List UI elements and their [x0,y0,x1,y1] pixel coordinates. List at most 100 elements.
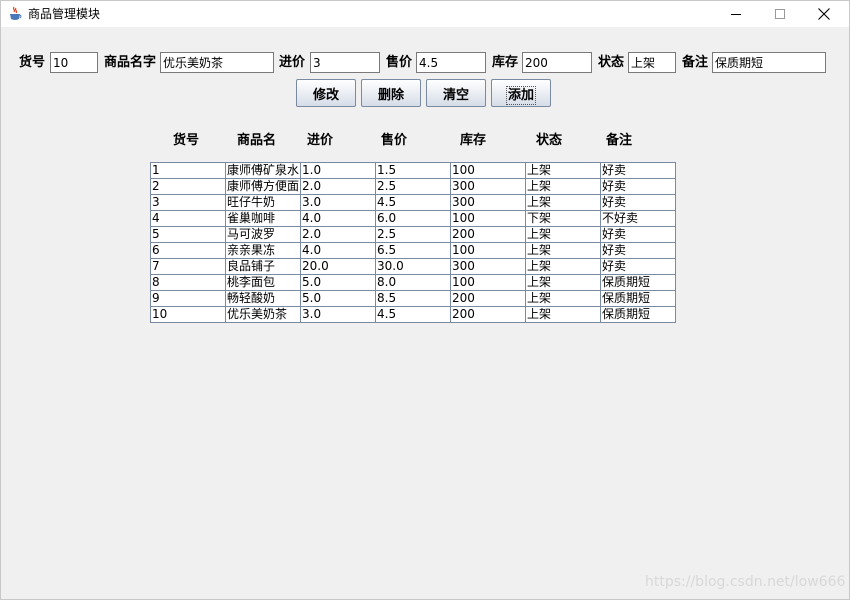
table-cell[interactable]: 保质期短 [601,291,676,307]
table-cell[interactable]: 30.0 [376,259,451,275]
table-cell[interactable]: 5.0 [301,275,376,291]
table-cell[interactable]: 2 [151,179,226,195]
table-cell[interactable]: 好卖 [601,179,676,195]
add-button[interactable]: 添加 [491,79,551,107]
table-cell[interactable]: 马可波罗 [226,227,301,243]
label-cost: 进价 [279,55,306,70]
table-row[interactable]: 1 康师傅矿泉水 1.0 1.5 100 上架 好卖 [151,163,676,179]
table-cell[interactable]: 2.0 [301,179,376,195]
table-cell[interactable]: 好卖 [601,259,676,275]
table-cell[interactable]: 良品铺子 [226,259,301,275]
name-input[interactable] [160,52,274,73]
table-cell[interactable]: 8.0 [376,275,451,291]
table-cell[interactable]: 桃李面包 [226,275,301,291]
table-cell[interactable]: 下架 [526,211,601,227]
table-cell[interactable]: 上架 [526,243,601,259]
table-row[interactable]: 8 桃李面包 5.0 8.0 100 上架 保质期短 [151,275,676,291]
table-cell[interactable]: 3.0 [301,195,376,211]
table-cell[interactable]: 上架 [526,275,601,291]
table-cell[interactable]: 4.0 [301,243,376,259]
table-cell[interactable]: 2.5 [376,227,451,243]
table-cell[interactable]: 优乐美奶茶 [226,307,301,323]
table-row[interactable]: 7 良品铺子 20.0 30.0 300 上架 好卖 [151,259,676,275]
table-cell[interactable]: 6 [151,243,226,259]
table-cell[interactable]: 9 [151,291,226,307]
maximize-button[interactable] [757,1,803,27]
table-row[interactable]: 6 亲亲果冻 4.0 6.5 100 上架 好卖 [151,243,676,259]
table-cell[interactable]: 4 [151,211,226,227]
table-cell[interactable]: 好卖 [601,163,676,179]
table-cell[interactable]: 雀巢咖啡 [226,211,301,227]
table-cell[interactable]: 保质期短 [601,275,676,291]
table-cell[interactable]: 1.0 [301,163,376,179]
label-status: 状态 [598,55,625,70]
table-cell[interactable]: 康师傅矿泉水 [226,163,301,179]
table-cell[interactable]: 7 [151,259,226,275]
table-cell[interactable]: 保质期短 [601,307,676,323]
table-row[interactable]: 10 优乐美奶茶 3.0 4.5 200 上架 保质期短 [151,307,676,323]
table-cell[interactable]: 200 [451,307,526,323]
table-cell[interactable]: 300 [451,195,526,211]
table-cell[interactable]: 1.5 [376,163,451,179]
table-cell[interactable]: 200 [451,291,526,307]
close-button[interactable] [801,1,847,27]
table-cell[interactable]: 不好卖 [601,211,676,227]
price-input[interactable] [416,52,486,73]
table-cell[interactable]: 好卖 [601,227,676,243]
table-cell[interactable]: 上架 [526,291,601,307]
modify-button[interactable]: 修改 [296,79,356,107]
table-cell[interactable]: 上架 [526,307,601,323]
table-row[interactable]: 4 雀巢咖啡 4.0 6.0 100 下架 不好卖 [151,211,676,227]
header-name: 商品名 [237,133,277,148]
table-cell[interactable]: 300 [451,179,526,195]
minimize-button[interactable] [713,1,759,27]
table-row[interactable]: 5 马可波罗 2.0 2.5 200 上架 好卖 [151,227,676,243]
table-cell[interactable]: 20.0 [301,259,376,275]
table-cell[interactable]: 亲亲果冻 [226,243,301,259]
delete-button[interactable]: 删除 [361,79,421,107]
table-cell[interactable]: 1 [151,163,226,179]
table-cell[interactable]: 10 [151,307,226,323]
table-cell[interactable]: 8 [151,275,226,291]
table-cell[interactable]: 200 [451,227,526,243]
table-cell[interactable]: 8.5 [376,291,451,307]
table-cell[interactable]: 上架 [526,163,601,179]
table-cell[interactable]: 3.0 [301,307,376,323]
table-cell[interactable]: 上架 [526,227,601,243]
table-cell[interactable]: 5.0 [301,291,376,307]
note-input[interactable] [712,52,826,73]
table-cell[interactable]: 100 [451,243,526,259]
table-row[interactable]: 3 旺仔牛奶 3.0 4.5 300 上架 好卖 [151,195,676,211]
table-cell[interactable]: 上架 [526,195,601,211]
table-cell[interactable]: 2.0 [301,227,376,243]
table-row[interactable]: 2 康师傅方便面 2.0 2.5 300 上架 好卖 [151,179,676,195]
cost-input[interactable] [310,52,380,73]
table-cell[interactable]: 4.5 [376,307,451,323]
table-cell[interactable]: 6.5 [376,243,451,259]
table-row[interactable]: 9 畅轻酸奶 5.0 8.5 200 上架 保质期短 [151,291,676,307]
table-cell[interactable]: 好卖 [601,243,676,259]
table-cell[interactable]: 100 [451,211,526,227]
table-cell[interactable]: 6.0 [376,211,451,227]
title-bar[interactable]: 商品管理模块 [1,1,849,27]
table-cell[interactable]: 100 [451,275,526,291]
clear-button[interactable]: 清空 [426,79,486,107]
table-cell[interactable]: 畅轻酸奶 [226,291,301,307]
table-cell[interactable]: 100 [451,163,526,179]
id-input[interactable] [50,52,98,73]
table-cell[interactable]: 4.5 [376,195,451,211]
status-input[interactable] [628,52,676,73]
table-cell[interactable]: 300 [451,259,526,275]
table-cell[interactable]: 4.0 [301,211,376,227]
stock-input[interactable] [522,52,592,73]
table-cell[interactable]: 上架 [526,259,601,275]
product-table[interactable]: 1 康师傅矿泉水 1.0 1.5 100 上架 好卖 2 康师傅方便面 2.0 2.5 300 上架 好卖… [150,162,676,323]
table-cell[interactable]: 康师傅方便面 [226,179,301,195]
table-cell[interactable]: 2.5 [376,179,451,195]
table-cell[interactable]: 旺仔牛奶 [226,195,301,211]
table-cell[interactable]: 好卖 [601,195,676,211]
table-cell[interactable]: 5 [151,227,226,243]
clear-button-label: 清空 [442,87,469,103]
table-cell[interactable]: 3 [151,195,226,211]
table-cell[interactable]: 上架 [526,179,601,195]
